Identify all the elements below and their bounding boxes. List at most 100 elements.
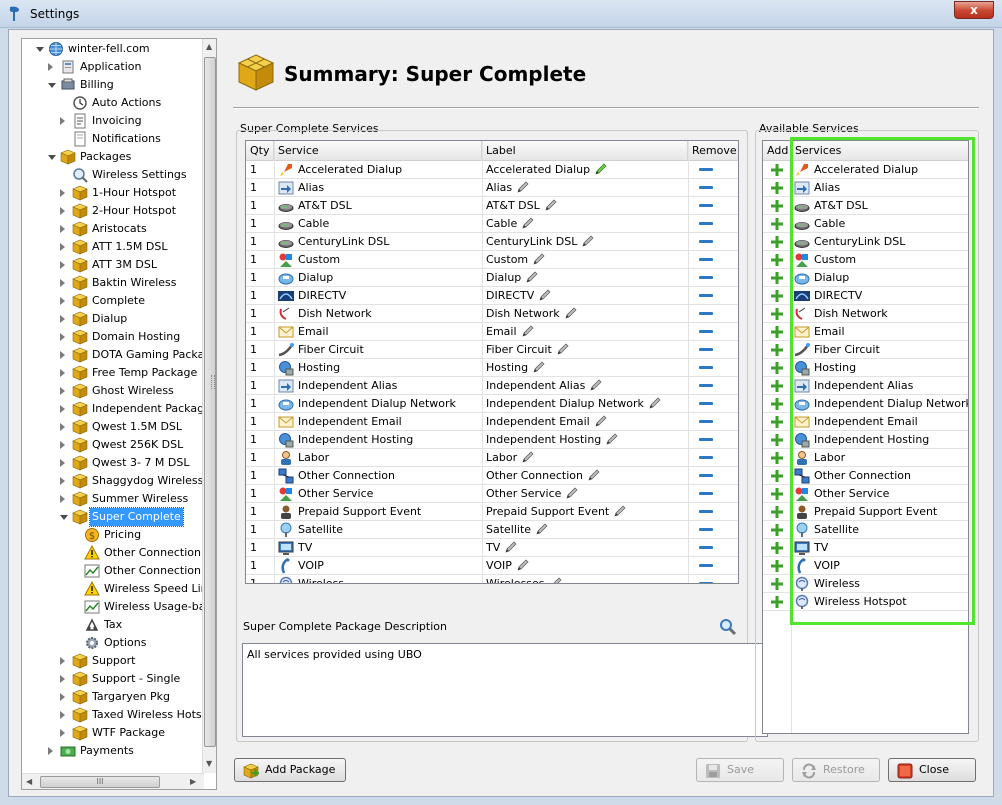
qty-cell[interactable]: 1	[250, 251, 272, 269]
service-row-other-connection[interactable]: 1 Other Connection Other Connection	[246, 467, 738, 485]
remove-minus-icon[interactable]	[699, 204, 713, 207]
edit-pencil-icon[interactable]	[531, 523, 548, 536]
label-cell[interactable]: Independent Alias	[486, 377, 686, 395]
tree-item-wireless-usage-based[interactable]: Wireless Usage-based	[22, 598, 216, 616]
tree-vertical-scrollbar[interactable]: ▲ ▼	[202, 39, 216, 773]
edit-pencil-icon[interactable]	[534, 289, 551, 302]
qty-cell[interactable]: 1	[250, 341, 272, 359]
remove-minus-icon[interactable]	[699, 456, 713, 459]
label-cell[interactable]: Custom	[486, 251, 686, 269]
save-button[interactable]: Save	[696, 758, 784, 782]
service-row-independent-hosting[interactable]: 1 Independent Hosting Independent Hosting	[246, 431, 738, 449]
tree-item-winter-fell-com[interactable]: winter-fell.com	[22, 40, 204, 58]
tree-item-shaggydog-wireless[interactable]: Shaggydog Wireless	[22, 472, 204, 490]
service-row-independent-dialup-network[interactable]: 1 Independent Dialup Network Independent D…	[246, 395, 738, 413]
edit-pencil-icon[interactable]	[521, 271, 538, 284]
service-row-email[interactable]: 1 Email Email	[246, 323, 738, 341]
service-row-prepaid-support-event[interactable]: 1 Prepaid Support Event Prepaid Support Ev…	[246, 503, 738, 521]
service-row-labor[interactable]: 1 Labor Labor	[246, 449, 738, 467]
add-plus-icon[interactable]	[771, 596, 783, 608]
qty-cell[interactable]: 1	[250, 287, 272, 305]
label-cell[interactable]: Dish Network	[486, 305, 686, 323]
tree-item-2-hour-hotspot[interactable]: 2-Hour Hotspot	[22, 202, 204, 220]
tree-item-baktin-wireless[interactable]: Baktin Wireless	[22, 274, 204, 292]
remove-minus-icon[interactable]	[699, 528, 713, 531]
remove-minus-icon[interactable]	[699, 186, 713, 189]
add-plus-icon[interactable]	[771, 560, 783, 572]
label-cell[interactable]: Email	[486, 323, 686, 341]
service-row-accelerated-dialup[interactable]: 1 Accelerated Dialup Accelerated Dialup	[246, 161, 738, 179]
label-cell[interactable]: Hosting	[486, 359, 686, 377]
qty-cell[interactable]: 1	[250, 161, 272, 179]
tree-item-options[interactable]: Options	[22, 634, 204, 652]
add-plus-icon[interactable]	[771, 524, 783, 536]
service-row-custom[interactable]: 1 Custom Custom	[246, 251, 738, 269]
qty-cell[interactable]: 1	[250, 395, 272, 413]
tree-item-summer-wireless[interactable]: Summer Wireless	[22, 490, 204, 508]
collapsed-arrow-icon[interactable]	[60, 189, 65, 197]
edit-pencil-icon[interactable]	[644, 397, 661, 410]
label-cell[interactable]: DIRECTV	[486, 287, 686, 305]
tree-item-auto-actions[interactable]: Auto Actions	[22, 94, 204, 112]
service-row-independent-alias[interactable]: 1 Independent Alias Independent Alias	[246, 377, 738, 395]
tree-item-payments[interactable]: Payments	[22, 742, 204, 760]
add-plus-icon[interactable]	[771, 254, 783, 266]
label-cell[interactable]: Independent Hosting	[486, 431, 686, 449]
tree-item-pricing[interactable]: $ Pricing	[22, 526, 204, 544]
add-plus-icon[interactable]	[771, 578, 783, 590]
tree-item-other-connection-sp[interactable]: Other Connection Sp	[22, 544, 216, 562]
service-row-directv[interactable]: 1 DIRECTV DIRECTV	[246, 287, 738, 305]
tree-item-notifications[interactable]: Notifications	[22, 130, 204, 148]
column-header-label[interactable]: Label	[482, 141, 688, 161]
add-plus-icon[interactable]	[771, 308, 783, 320]
remove-minus-icon[interactable]	[699, 222, 713, 225]
remove-minus-icon[interactable]	[699, 240, 713, 243]
qty-cell[interactable]: 1	[250, 179, 272, 197]
tree-item-domain-hosting[interactable]: Domain Hosting	[22, 328, 204, 346]
label-cell[interactable]: Other Service	[486, 485, 686, 503]
label-cell[interactable]: Dialup	[486, 269, 686, 287]
qty-cell[interactable]: 1	[250, 467, 272, 485]
expanded-arrow-icon[interactable]	[60, 515, 68, 520]
label-cell[interactable]: Independent Dialup Network	[486, 395, 686, 413]
edit-pencil-icon[interactable]	[601, 433, 618, 446]
tree-item-application[interactable]: Application	[22, 58, 204, 76]
edit-pencil-icon[interactable]	[577, 235, 594, 248]
add-plus-icon[interactable]	[771, 290, 783, 302]
add-plus-icon[interactable]	[771, 542, 783, 554]
column-header-add[interactable]: Add	[763, 141, 791, 161]
remove-minus-icon[interactable]	[699, 402, 713, 405]
qty-cell[interactable]: 1	[250, 431, 272, 449]
column-header-service[interactable]: Service	[274, 141, 482, 161]
tree-item-complete[interactable]: Complete	[22, 292, 204, 310]
service-row-cable[interactable]: 1 Cable Cable	[246, 215, 738, 233]
tree-item-qwest-1-5m-dsl[interactable]: Qwest 1.5M DSL	[22, 418, 204, 436]
collapsed-arrow-icon[interactable]	[60, 693, 65, 701]
expanded-arrow-icon[interactable]	[36, 47, 44, 52]
qty-cell[interactable]: 1	[250, 413, 272, 431]
tree-item-super-complete[interactable]: Super Complete	[22, 507, 204, 527]
service-row-satellite[interactable]: 1 Satellite Satellite	[246, 521, 738, 539]
label-cell[interactable]: Fiber Circuit	[486, 341, 686, 359]
qty-cell[interactable]: 1	[250, 359, 272, 377]
collapsed-arrow-icon[interactable]	[60, 729, 65, 737]
tree-item-taxed-wireless-hotspot[interactable]: Taxed Wireless Hotspot	[22, 706, 216, 724]
tree-item-aristocats[interactable]: Aristocats	[22, 220, 204, 238]
label-cell[interactable]: TV	[486, 539, 686, 557]
add-plus-icon[interactable]	[771, 452, 783, 464]
scroll-down-arrow-icon[interactable]: ▼	[206, 759, 212, 768]
tree-item-wtf-package[interactable]: WTF Package	[22, 724, 204, 742]
edit-pencil-icon[interactable]	[528, 253, 545, 266]
collapsed-arrow-icon[interactable]	[60, 243, 65, 251]
tree-item-wireless-speed-limits[interactable]: Wireless Speed Limits	[22, 580, 216, 598]
collapsed-arrow-icon[interactable]	[60, 711, 65, 719]
edit-pencil-icon[interactable]	[585, 379, 602, 392]
add-plus-icon[interactable]	[771, 470, 783, 482]
service-row-centurylink-dsl[interactable]: 1 CenturyLink DSL CenturyLink DSL	[246, 233, 738, 251]
collapsed-arrow-icon[interactable]	[60, 351, 65, 359]
collapsed-arrow-icon[interactable]	[60, 459, 65, 467]
add-package-button[interactable]: Add Package	[234, 758, 346, 782]
tree-item-targaryen-pkg[interactable]: Targaryen Pkg	[22, 688, 204, 706]
service-row-tv[interactable]: 1 TV TV	[246, 539, 738, 557]
window-close-button[interactable]: x	[954, 1, 994, 19]
